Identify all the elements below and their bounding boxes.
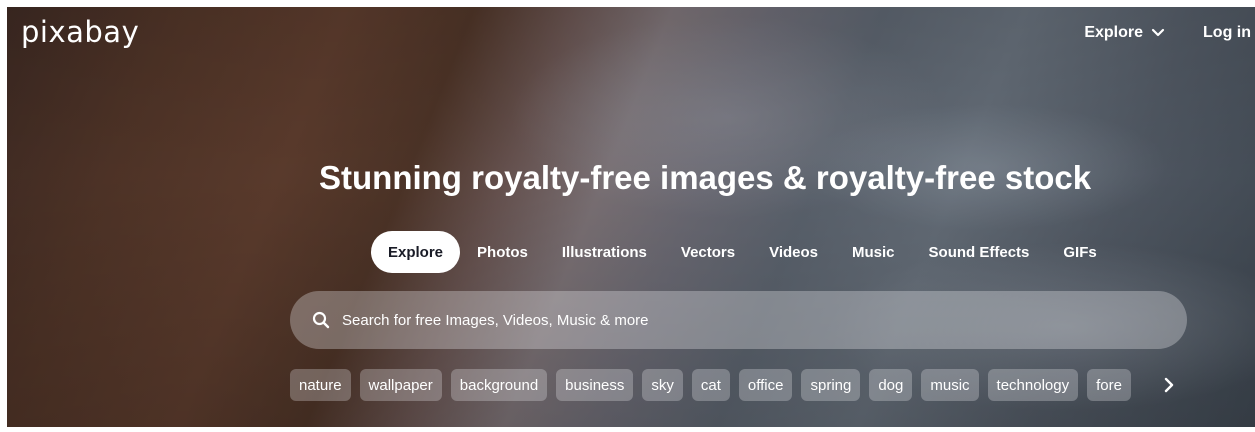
page: pixabay Explore Log in Stunning royalty-… [0,0,1255,432]
media-type-tabs: Explore Photos Illustrations Vectors Vid… [371,231,1114,273]
search-icon [312,311,330,329]
tab-gifs[interactable]: GIFs [1046,231,1113,273]
hero-banner: pixabay Explore Log in Stunning royalty-… [7,7,1255,427]
explore-menu-button[interactable]: Explore [1084,24,1165,42]
tag-technology[interactable]: technology [987,369,1079,401]
tag-cat[interactable]: cat [691,369,730,401]
tab-illustrations[interactable]: Illustrations [545,231,664,273]
tag-fore[interactable]: fore [1087,369,1131,401]
tag-office[interactable]: office [738,369,793,401]
tag-background[interactable]: background [450,369,548,401]
tab-videos[interactable]: Videos [752,231,835,273]
tag-spring[interactable]: spring [801,369,861,401]
tag-dog[interactable]: dog [869,369,913,401]
login-button[interactable]: Log in [1203,24,1251,42]
tag-music[interactable]: music [921,369,979,401]
tag-wallpaper[interactable]: wallpaper [359,369,442,401]
top-navigation: Explore Log in [1084,24,1251,42]
chevron-down-icon [1151,28,1165,37]
explore-menu-label: Explore [1084,24,1144,41]
tags-next-button[interactable] [1157,373,1181,397]
search-placeholder: Search for free Images, Videos, Music & … [342,311,649,329]
tab-explore[interactable]: Explore [371,231,461,273]
trending-tags: nature wallpaper background business sky… [290,369,1136,401]
tab-music[interactable]: Music [835,231,912,273]
tag-nature[interactable]: nature [290,369,351,401]
tag-business[interactable]: business [556,369,634,401]
hero-headline: Stunning royalty-free images & royalty-f… [319,159,1092,196]
chevron-right-icon [1164,377,1174,393]
tab-photos[interactable]: Photos [460,231,545,273]
search-input[interactable]: Search for free Images, Videos, Music & … [290,291,1187,349]
tag-sky[interactable]: sky [642,369,683,401]
tab-vectors[interactable]: Vectors [664,231,752,273]
tab-sound-effects[interactable]: Sound Effects [912,231,1047,273]
pixabay-logo[interactable]: pixabay [21,15,139,49]
